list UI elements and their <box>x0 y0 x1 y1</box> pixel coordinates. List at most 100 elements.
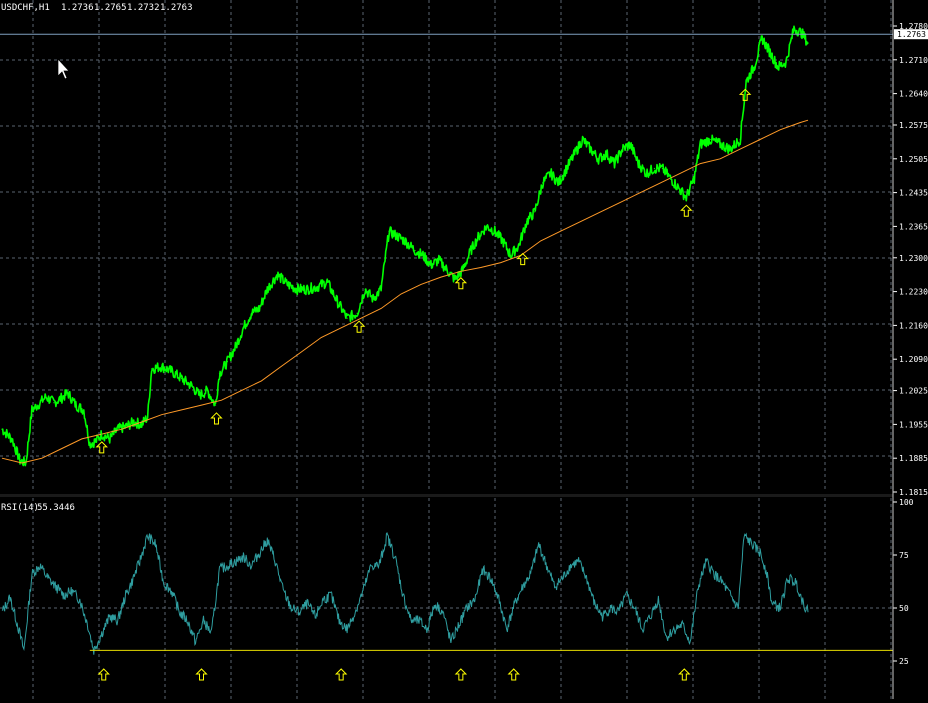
price-point <box>53 402 55 404</box>
price-point <box>605 153 608 155</box>
price-point <box>502 240 504 242</box>
price-tick-label: 1.2640 <box>899 90 928 99</box>
price-point <box>629 143 632 145</box>
open-value: 1.2736 <box>61 3 94 13</box>
price-tick-label: 1.2435 <box>899 189 928 198</box>
price-point <box>761 37 763 39</box>
price-tick-label: 1.2710 <box>899 56 928 65</box>
price-point <box>526 221 528 223</box>
price-point <box>566 167 568 170</box>
price-point <box>95 440 97 442</box>
grid-layer <box>0 0 893 699</box>
price-point <box>699 143 701 145</box>
close-value: 1.2763 <box>160 3 193 13</box>
price-point <box>37 404 39 406</box>
price-point <box>125 426 127 428</box>
price-point <box>141 423 143 425</box>
price-point <box>669 177 671 179</box>
price-point <box>218 373 221 375</box>
buy-arrow-icon <box>95 441 108 454</box>
price-point <box>510 254 512 256</box>
price-point <box>83 409 85 411</box>
rsi-tick-label: 50 <box>899 604 909 613</box>
rsi-tick-label: 25 <box>899 657 909 666</box>
buy-arrow-icon <box>516 252 529 266</box>
price-point <box>693 177 695 179</box>
price-tick-label: 1.1955 <box>899 420 928 429</box>
buy-arrow-icon <box>680 204 693 217</box>
price-point <box>542 182 544 184</box>
rsi-value-label: 55.3446 <box>37 503 75 513</box>
chart-canvas[interactable]: 1.27801.27101.26401.25751.25051.24351.23… <box>0 0 928 699</box>
price-point <box>388 230 390 232</box>
price-point <box>637 163 640 165</box>
price-point <box>372 298 374 300</box>
buy-arrow-icon <box>454 668 468 681</box>
price-point <box>250 312 252 314</box>
price-point <box>346 317 348 319</box>
price-tick-label: 1.1815 <box>899 488 928 497</box>
price-point <box>574 153 576 155</box>
price-point <box>454 278 456 281</box>
price-point <box>653 167 656 170</box>
price-point <box>422 254 424 256</box>
price-point <box>550 172 552 174</box>
price-point <box>739 138 741 141</box>
price-point <box>745 80 747 83</box>
price-point <box>171 370 173 372</box>
price-point <box>181 377 183 380</box>
price-point <box>25 462 27 464</box>
price-point <box>729 148 731 150</box>
price-point <box>31 409 33 411</box>
price-point <box>67 392 69 394</box>
price-tick-label: 1.2300 <box>899 254 928 263</box>
price-point <box>807 42 809 44</box>
price-point <box>19 460 21 462</box>
price-tick-label: 1.1885 <box>899 454 928 463</box>
rsi-tick-label: 100 <box>899 498 914 507</box>
price-series-layer <box>1 25 809 467</box>
price-point <box>597 158 600 160</box>
price-point <box>101 433 103 435</box>
price-point <box>785 61 787 63</box>
price-point <box>404 240 406 242</box>
price-point <box>446 269 448 271</box>
price-point <box>558 182 560 184</box>
price-point <box>117 428 119 430</box>
price-point <box>190 385 193 387</box>
price-point <box>1 428 3 430</box>
buy-arrow-icon <box>334 668 348 681</box>
mouse-cursor-icon <box>57 58 70 80</box>
price-tick-label: 1.2090 <box>899 355 928 364</box>
price-point <box>326 281 328 283</box>
high-value: 1.2765 <box>94 3 127 13</box>
price-point <box>276 274 278 276</box>
trading-chart[interactable]: 1.2780 1.2710 1.2640 1.2575 1.2505 1.2435 1.23… <box>0 0 928 699</box>
price-point <box>589 148 592 150</box>
symbol-label: USDCHF,H1 <box>1 3 50 13</box>
price-point <box>151 368 153 370</box>
price-point <box>414 249 416 252</box>
price-point <box>661 167 664 170</box>
price-point <box>296 288 298 290</box>
buy-arrow-icon <box>507 668 520 681</box>
price-point <box>214 404 217 406</box>
panel-splitter[interactable] <box>0 494 893 497</box>
price-point <box>286 283 288 285</box>
price-point <box>430 264 432 266</box>
price-point <box>206 390 209 392</box>
price-point <box>534 211 536 213</box>
price-point <box>677 187 679 189</box>
price-point <box>364 288 366 290</box>
price-point <box>109 438 111 440</box>
buy-arrow-icon <box>210 412 223 425</box>
price-point <box>258 307 260 310</box>
moving-average-line <box>1 119 809 464</box>
price-point <box>685 196 687 198</box>
price-point <box>306 288 308 290</box>
buy-arrow-icon <box>678 668 691 681</box>
price-point <box>621 148 624 150</box>
low-value: 1.2732 <box>127 3 160 13</box>
price-point <box>380 288 382 290</box>
price-point <box>719 143 721 145</box>
